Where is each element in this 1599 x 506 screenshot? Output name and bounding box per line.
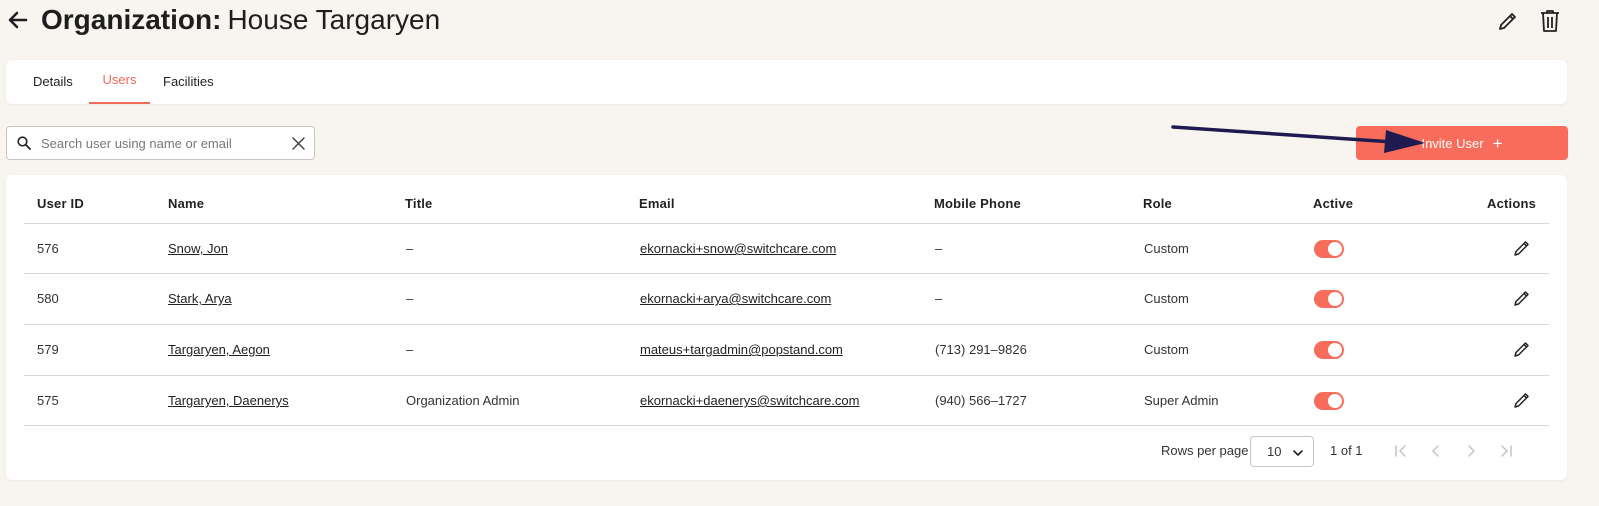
tab-facilities[interactable]: Facilities bbox=[163, 60, 214, 104]
tab-users[interactable]: Users bbox=[89, 58, 150, 102]
last-page-icon[interactable] bbox=[1498, 443, 1514, 459]
back-arrow-icon[interactable] bbox=[6, 8, 30, 32]
rows-per-page-select[interactable]: 10 bbox=[1250, 436, 1314, 467]
active-toggle[interactable] bbox=[1314, 392, 1344, 410]
email-link[interactable]: mateus+targadmin@popstand.com bbox=[640, 325, 843, 374]
title-cell: – bbox=[406, 291, 414, 306]
pencil-icon[interactable] bbox=[1513, 239, 1531, 257]
active-tab-indicator bbox=[89, 102, 150, 104]
column-header-name[interactable]: Name bbox=[168, 196, 204, 211]
column-header-title[interactable]: Title bbox=[405, 196, 433, 211]
active-toggle[interactable] bbox=[1314, 240, 1344, 258]
next-page-icon[interactable] bbox=[1463, 443, 1479, 459]
title-cell: – bbox=[406, 241, 414, 256]
user-name-link[interactable]: Targaryen, Daenerys bbox=[168, 376, 289, 425]
column-header-user-id[interactable]: User ID bbox=[37, 196, 84, 211]
user-name-link[interactable]: Stark, Arya bbox=[168, 274, 232, 323]
pencil-icon[interactable] bbox=[1513, 391, 1531, 409]
title-cell: – bbox=[406, 342, 414, 357]
role-cell: Super Admin bbox=[1144, 393, 1219, 408]
role-cell: Custom bbox=[1144, 342, 1189, 357]
phone-cell: – bbox=[935, 241, 943, 256]
first-page-icon[interactable] bbox=[1393, 443, 1409, 459]
column-header-email[interactable]: Email bbox=[639, 196, 675, 211]
user-name-link[interactable]: Targaryen, Aegon bbox=[168, 325, 270, 374]
role-cell: Custom bbox=[1144, 291, 1189, 306]
active-toggle[interactable] bbox=[1314, 290, 1344, 308]
search-icon bbox=[17, 136, 31, 150]
invite-user-label: Invite User bbox=[1421, 135, 1484, 151]
search-box bbox=[6, 126, 315, 160]
user-id-cell: 575 bbox=[37, 393, 59, 408]
column-header-mobile-phone[interactable]: Mobile Phone bbox=[934, 196, 1021, 211]
phone-cell: (940) 566–1727 bbox=[935, 393, 1027, 408]
user-id-cell: 580 bbox=[37, 291, 59, 306]
column-header-actions: Actions bbox=[1487, 196, 1537, 211]
table-row: 580 Stark, Arya – ekornacki+arya@switchc… bbox=[24, 273, 1549, 323]
table-row: 575 Targaryen, Daenerys Organization Adm… bbox=[24, 375, 1549, 425]
pencil-icon[interactable] bbox=[1496, 9, 1520, 33]
pencil-icon[interactable] bbox=[1513, 340, 1531, 358]
column-header-active[interactable]: Active bbox=[1313, 196, 1353, 211]
user-id-cell: 579 bbox=[37, 342, 59, 357]
email-link[interactable]: ekornacki+daenerys@switchcare.com bbox=[640, 376, 859, 425]
table-row: 576 Snow, Jon – ekornacki+snow@switchcar… bbox=[24, 223, 1549, 273]
page-title-prefix: Organization: bbox=[41, 4, 222, 35]
phone-cell: – bbox=[935, 291, 943, 306]
email-link[interactable]: ekornacki+snow@switchcare.com bbox=[640, 224, 836, 273]
table-row: 579 Targaryen, Aegon – mateus+targadmin@… bbox=[24, 324, 1549, 374]
user-name-link[interactable]: Snow, Jon bbox=[168, 224, 228, 273]
email-link[interactable]: ekornacki+arya@switchcare.com bbox=[640, 274, 831, 323]
page-header: Organization: House Targaryen bbox=[0, 0, 1599, 46]
previous-page-icon[interactable] bbox=[1428, 443, 1444, 459]
page-info: 1 of 1 bbox=[1330, 443, 1363, 458]
active-toggle[interactable] bbox=[1314, 341, 1344, 359]
page: Organization: House Targaryen Details Use… bbox=[0, 0, 1599, 506]
rows-per-page-label: Rows per page bbox=[1161, 443, 1249, 458]
annotation-arrow bbox=[1171, 125, 1425, 153]
title-cell: Organization Admin bbox=[406, 393, 520, 408]
user-id-cell: 576 bbox=[37, 241, 59, 256]
organization-name: House Targaryen bbox=[227, 4, 441, 35]
close-icon[interactable] bbox=[291, 136, 306, 151]
phone-cell: (713) 291–9826 bbox=[935, 342, 1027, 357]
column-header-role[interactable]: Role bbox=[1143, 196, 1172, 211]
chevron-down-icon bbox=[1293, 450, 1303, 456]
trash-icon[interactable] bbox=[1538, 8, 1562, 34]
pencil-icon[interactable] bbox=[1513, 289, 1531, 307]
page-title: Organization: House Targaryen bbox=[41, 3, 440, 37]
table-divider bbox=[24, 425, 1549, 426]
plus-icon: + bbox=[1492, 133, 1503, 153]
tab-details[interactable]: Details bbox=[33, 60, 73, 104]
search-input[interactable] bbox=[41, 132, 281, 154]
rows-per-page-value: 10 bbox=[1267, 444, 1282, 459]
role-cell: Custom bbox=[1144, 241, 1189, 256]
tabs-bar: Details Users Facilities bbox=[6, 60, 1567, 104]
users-table: User ID Name Title Email Mobile Phone Ro… bbox=[6, 175, 1567, 480]
